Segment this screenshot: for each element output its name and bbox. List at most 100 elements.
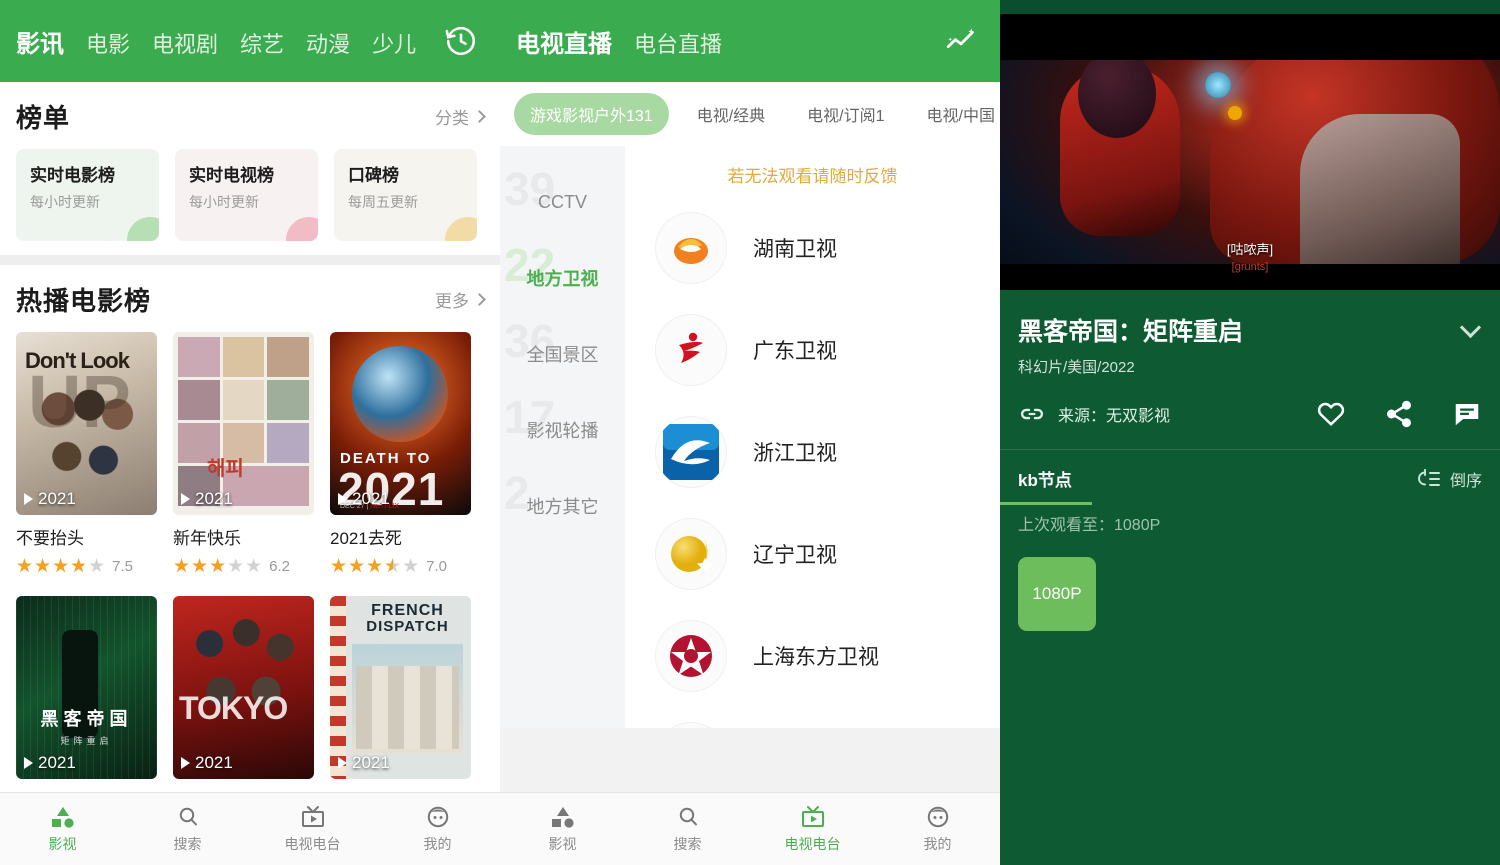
player-actions[interactable]: [1316, 399, 1482, 429]
play-triangle-icon: [338, 493, 347, 505]
chip-game-video-outdoor[interactable]: 游戏影视户外131: [514, 93, 669, 135]
link-icon: [1020, 408, 1044, 420]
hot-movies-title: 热播电影榜: [16, 286, 152, 316]
bottom-nav-item-search[interactable]: 搜索: [625, 793, 750, 865]
movies-category-tabs[interactable]: 影讯 电影 电视剧 综艺 动漫 少儿 纪录: [16, 24, 438, 59]
chip-tv-classic[interactable]: 电视/经典: [683, 93, 779, 135]
movie-poster[interactable]: TOKYO 2021: [173, 596, 314, 779]
liaoning-tv-logo: [655, 518, 727, 590]
movie-year-badge: 2021: [24, 489, 76, 509]
channel-row[interactable]: 广东卫视: [625, 299, 1000, 401]
channel-list[interactable]: 若无法观看请随时反馈 湖南卫视 广东卫视 浙江卫视 辽宁卫视 上海东方卫视: [625, 146, 1000, 728]
tab-shaoer[interactable]: 少儿: [372, 27, 416, 59]
rank-card[interactable]: 口碑榜 每周五更新: [334, 149, 477, 241]
node-tab-indicator: [1000, 502, 1092, 505]
tab-yingxun[interactable]: 影讯: [16, 24, 64, 59]
movie-poster[interactable]: FRENCH DISPATCH 2021: [330, 596, 471, 779]
share-icon[interactable]: [1384, 399, 1414, 429]
channel-row[interactable]: 浙江卫视: [625, 401, 1000, 503]
channel-row[interactable]: 上海东方卫视: [625, 605, 1000, 707]
rank-card-sub: 每周五更新: [348, 194, 418, 210]
category-item-cctv[interactable]: 39 CCTV: [500, 164, 625, 240]
reverse-order-icon: [1418, 468, 1440, 486]
rank-card-sub: 每小时更新: [30, 194, 100, 210]
category-item-scenic[interactable]: 36 全国景区: [500, 316, 625, 392]
search-icon: [679, 807, 697, 825]
bottom-nav-item-video[interactable]: 影视: [0, 793, 125, 865]
channel-row[interactable]: 湖南卫视: [625, 197, 1000, 299]
movie-poster[interactable]: 黑客帝国 矩阵重启 2021: [16, 596, 157, 779]
source-row: 来源：无双影视: [1000, 377, 1500, 429]
tab-dianshiju[interactable]: 电视剧: [152, 27, 218, 59]
movie-year-badge: 2021: [338, 489, 390, 509]
bottom-nav-item-tv[interactable]: 电视电台: [750, 793, 875, 865]
category-item-local-satellite[interactable]: 22 地方卫视: [500, 240, 625, 316]
movie-year-badge: 2021: [338, 753, 390, 773]
node-tab-row[interactable]: kb节点 倒序: [1000, 450, 1500, 505]
star-rating-icon: ★★★★★★★★★★: [173, 556, 264, 576]
channel-name: 浙江卫视: [753, 442, 837, 465]
play-triangle-icon: [181, 757, 190, 769]
bottom-nav-item-mine[interactable]: 我的: [375, 793, 500, 865]
hot-movies-more-link[interactable]: 更多: [435, 287, 486, 312]
movie-poster[interactable]: DEATH TO 2021 DEC 27 | NETFLIX 2021: [330, 332, 471, 515]
sort-order-button[interactable]: 倒序: [1416, 467, 1482, 491]
movie-poster[interactable]: Don't Look UP 2021: [16, 332, 157, 515]
chip-tv-subscribe[interactable]: 电视/订阅1: [793, 93, 898, 135]
live-category-chips[interactable]: 游戏影视户外131 电视/经典 电视/订阅1 电视/中国 电: [500, 82, 1000, 146]
movie-rating: ★★★★★★★★★★ 7.0: [330, 557, 471, 576]
category-item-movie-rotation[interactable]: 17 影视轮播: [500, 392, 625, 468]
quality-button-1080p[interactable]: 1080P: [1018, 557, 1096, 631]
trending-sparkle-icon[interactable]: [938, 18, 984, 64]
sort-order-label: 倒序: [1449, 472, 1482, 490]
video-player[interactable]: [咕哝声] [grunts]: [1000, 0, 1500, 290]
movies-bottom-nav[interactable]: 影视 搜索 电视电台 我的: [0, 792, 500, 865]
movie-year: 2021: [38, 753, 76, 772]
bottom-nav-item-mine[interactable]: 我的: [875, 793, 1000, 865]
channel-row[interactable]: 湖北卫视: [625, 707, 1000, 728]
tab-dianying[interactable]: 电影: [86, 27, 130, 59]
person-icon: [427, 806, 448, 827]
movie-card[interactable]: Don't Look UP 2021 不要抬头 ★★★★★★★★★★ 7.5: [16, 332, 157, 576]
rank-card[interactable]: 实时电视榜 每小时更新: [175, 149, 318, 241]
ranking-more-link[interactable]: 分类: [435, 104, 486, 129]
player-movie-title: 黑客帝国：矩阵重启: [1018, 318, 1244, 346]
rank-card-sub: 每小时更新: [189, 194, 259, 210]
tab-radio-live[interactable]: 电台直播: [634, 27, 722, 59]
tab-tv-live[interactable]: 电视直播: [516, 24, 612, 59]
movie-year-badge: 2021: [181, 753, 233, 773]
rank-card-blob: [127, 217, 159, 241]
history-clock-icon[interactable]: [438, 18, 484, 64]
movie-rating: ★★★★★★★★★★ 7.5: [16, 557, 157, 576]
chip-tv-china[interactable]: 电视/中国: [913, 93, 1000, 135]
chevron-right-icon: [473, 110, 486, 123]
live-bottom-nav[interactable]: 影视 搜索 电视电台 我的: [500, 792, 1000, 865]
node-tab-kb[interactable]: kb节点: [1018, 466, 1072, 491]
movie-card[interactable]: 해피 2021 新年快乐 ★★★★★★★★★★ 6.2: [173, 332, 314, 576]
bottom-nav-item-tv[interactable]: 电视电台: [250, 793, 375, 865]
movies-header: 影讯 电影 电视剧 综艺 动漫 少儿 纪录: [0, 0, 500, 82]
movie-year-badge: 2021: [24, 753, 76, 773]
category-item-local-other[interactable]: 2 地方其它: [500, 468, 625, 544]
favorite-icon[interactable]: [1316, 399, 1346, 429]
channel-row[interactable]: 辽宁卫视: [625, 503, 1000, 605]
movie-card[interactable]: DEATH TO 2021 DEC 27 | NETFLIX 2021 2021…: [330, 332, 471, 576]
channel-category-sidebar[interactable]: 39 CCTV 22 地方卫视 36 全国景区 17 影视轮播 2 地方其它: [500, 146, 625, 728]
ranking-card-row[interactable]: 实时电影榜 每小时更新 实时电视榜 每小时更新 口碑榜 每周五更新 Top 榜单: [16, 149, 484, 241]
bottom-nav-item-video[interactable]: 影视: [500, 793, 625, 865]
rank-card-blob: [286, 217, 318, 241]
tab-zongyi[interactable]: 综艺: [240, 27, 284, 59]
comment-icon[interactable]: [1452, 399, 1482, 429]
rank-card-blob: [445, 217, 477, 241]
live-tv-tabs[interactable]: 电视直播 电台直播: [516, 24, 938, 59]
category-label: 影视轮播: [526, 421, 599, 441]
bottom-nav-item-search[interactable]: 搜索: [125, 793, 250, 865]
movie-poster[interactable]: 해피 2021: [173, 332, 314, 515]
movie-year: 2021: [352, 753, 390, 772]
rank-card[interactable]: 实时电影榜 每小时更新: [16, 149, 159, 241]
guangdong-tv-logo: [655, 314, 727, 386]
zhejiang-tv-logo: [655, 416, 727, 488]
bottom-nav-label: 我的: [423, 835, 452, 852]
tab-dongman[interactable]: 动漫: [306, 27, 350, 59]
category-label: 地方卫视: [526, 269, 599, 289]
